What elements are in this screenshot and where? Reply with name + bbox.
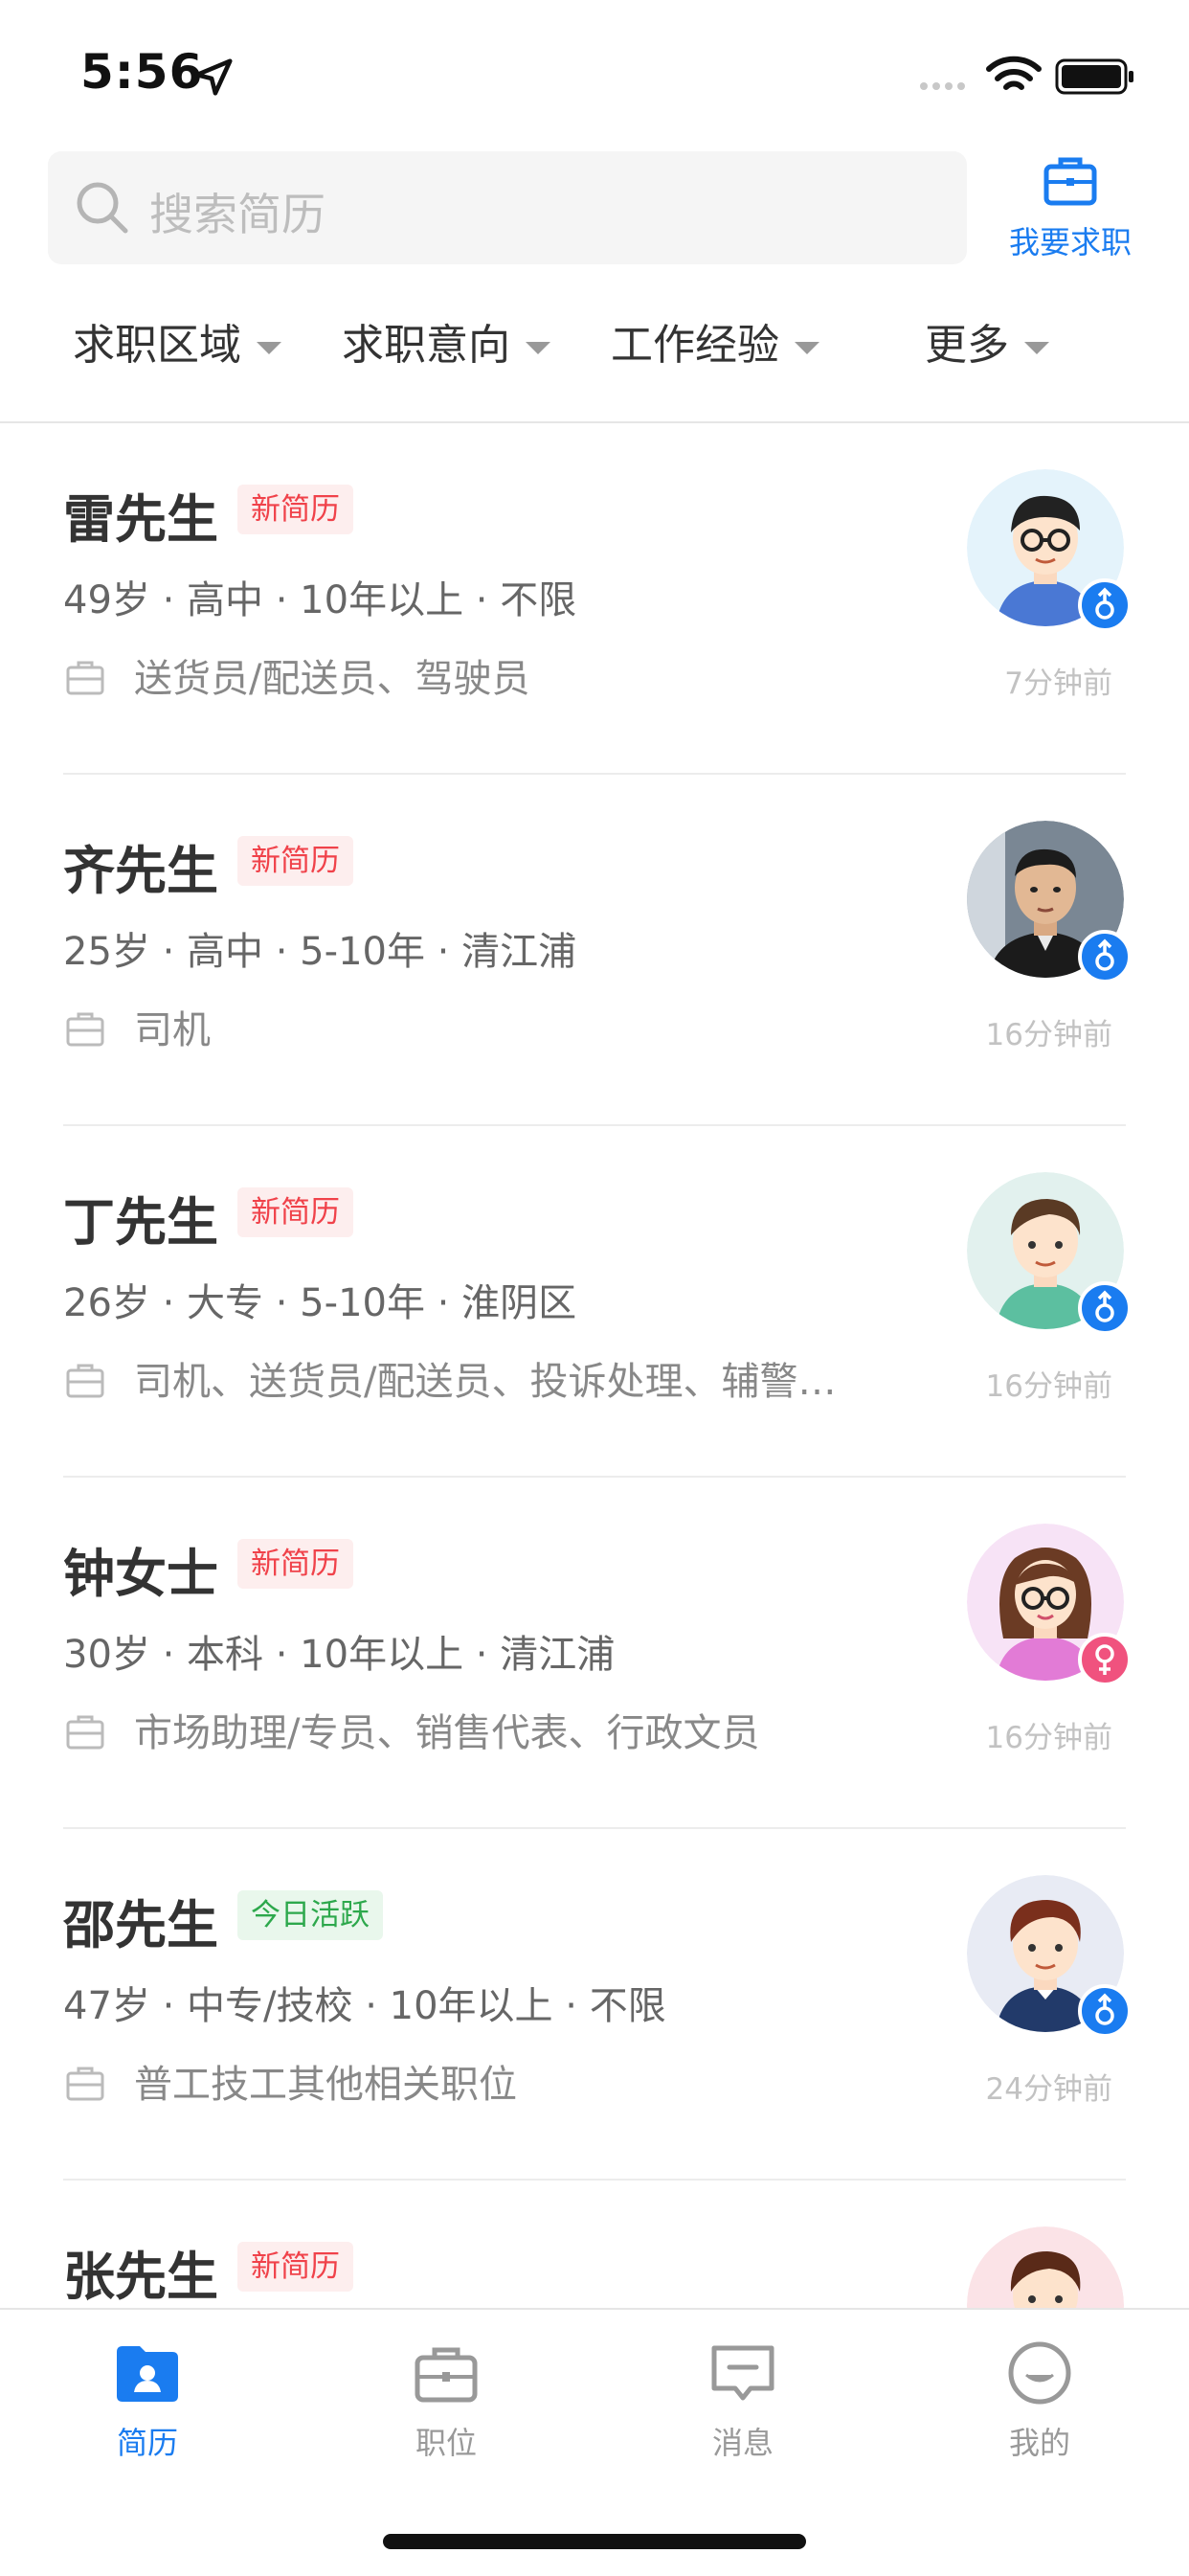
profile-icon bbox=[1008, 2341, 1071, 2405]
status-badge: 新简历 bbox=[237, 1187, 353, 1237]
resume-card[interactable]: 丁先生 新简历 26岁 · 大专 · 5-10年 · 淮阴区 司机、送货员/配送… bbox=[0, 1126, 1189, 1478]
tab-profile[interactable]: 我的 bbox=[944, 2339, 1135, 2463]
filter-intention[interactable]: 求职意向 bbox=[342, 310, 550, 372]
battery-icon bbox=[1055, 58, 1133, 95]
updated-time: 16分钟前 bbox=[985, 1721, 1112, 1755]
candidate-meta: 47岁 · 中专/技校 · 10年以上 · 不限 bbox=[63, 1984, 666, 2028]
tab-messages-label: 消息 bbox=[711, 2425, 774, 2461]
caret-down-icon bbox=[795, 341, 819, 354]
filter-experience[interactable]: 工作经验 bbox=[611, 310, 819, 372]
briefcase-icon bbox=[66, 1012, 104, 1047]
job-seek-label: 我要求职 bbox=[1008, 224, 1132, 260]
candidate-name: 钟女士 bbox=[63, 1544, 218, 1604]
home-indicator bbox=[383, 2534, 806, 2549]
candidate-meta: 26岁 · 大专 · 5-10年 · 淮阴区 bbox=[63, 1281, 577, 1325]
desired-jobs: 市场助理/专员、销售代表、行政文员 bbox=[134, 1711, 760, 1755]
resume-card[interactable]: 雷先生 新简历 49岁 · 高中 · 10年以上 · 不限 送货员/配送员、驾驶… bbox=[0, 423, 1189, 775]
updated-time: 7分钟前 bbox=[1004, 667, 1112, 701]
candidate-name: 齐先生 bbox=[63, 841, 218, 901]
briefcase-icon bbox=[66, 1715, 104, 1750]
tab-resume[interactable]: 简历 bbox=[52, 2339, 243, 2463]
male-icon bbox=[1078, 930, 1132, 983]
filter-more-label: 更多 bbox=[925, 321, 1009, 370]
desired-jobs: 送货员/配送员、驾驶员 bbox=[134, 657, 530, 701]
search-placeholder: 搜索简历 bbox=[149, 189, 325, 240]
candidate-name: 张先生 bbox=[63, 2247, 218, 2307]
resume-card[interactable]: 钟女士 新简历 30岁 · 本科 · 10年以上 · 清江浦 市场助理/专员、销… bbox=[0, 1478, 1189, 1829]
resume-card[interactable]: 邵先生 今日活跃 47岁 · 中专/技校 · 10年以上 · 不限 普工技工其他… bbox=[0, 1829, 1189, 2181]
male-icon bbox=[1078, 578, 1132, 632]
filter-more[interactable]: 更多 bbox=[925, 310, 1049, 372]
status-time: 5:56 bbox=[80, 44, 204, 100]
desired-jobs: 普工技工其他相关职位 bbox=[134, 2063, 517, 2107]
candidate-name: 雷先生 bbox=[63, 489, 218, 550]
cellular-signal-icon bbox=[920, 82, 965, 90]
status-badge: 新简历 bbox=[237, 485, 353, 534]
briefcase-icon bbox=[66, 1364, 104, 1398]
tab-resume-label: 简历 bbox=[116, 2425, 178, 2461]
male-icon bbox=[1078, 1281, 1132, 1335]
filter-region-label: 求职区域 bbox=[73, 321, 241, 370]
candidate-name: 丁先生 bbox=[63, 1192, 218, 1253]
job-seek-button[interactable]: 我要求职 bbox=[996, 151, 1145, 276]
message-icon bbox=[711, 2345, 774, 2401]
briefcase-icon bbox=[415, 2347, 478, 2403]
tab-profile-label: 我的 bbox=[1008, 2425, 1070, 2461]
status-badge: 新简历 bbox=[237, 2242, 353, 2292]
caret-down-icon bbox=[526, 341, 550, 354]
status-bar: 5:56 bbox=[0, 0, 1189, 144]
desired-jobs: 司机 bbox=[134, 1008, 211, 1052]
caret-down-icon bbox=[257, 341, 281, 354]
search-icon bbox=[77, 182, 128, 234]
resume-card[interactable]: 齐先生 新简历 25岁 · 高中 · 5-10年 · 清江浦 司机 16分钟前 bbox=[0, 775, 1189, 1126]
candidate-meta: 49岁 · 高中 · 10年以上 · 不限 bbox=[63, 578, 577, 622]
briefcase-icon bbox=[66, 2067, 104, 2101]
wifi-icon bbox=[986, 56, 1042, 90]
male-icon bbox=[1078, 1984, 1132, 2038]
candidate-meta: 30岁 · 本科 · 10年以上 · 清江浦 bbox=[63, 1633, 616, 1677]
briefcase-icon bbox=[1043, 157, 1097, 206]
status-badge: 今日活跃 bbox=[237, 1890, 383, 1940]
tab-positions[interactable]: 职位 bbox=[350, 2339, 542, 2463]
search-input[interactable]: 搜索简历 bbox=[48, 151, 967, 264]
updated-time: 16分钟前 bbox=[985, 1369, 1112, 1404]
caret-down-icon bbox=[1024, 341, 1049, 354]
candidate-meta: 25岁 · 高中 · 5-10年 · 清江浦 bbox=[63, 930, 577, 974]
filter-experience-label: 工作经验 bbox=[611, 321, 779, 370]
female-icon bbox=[1078, 1633, 1132, 1686]
briefcase-icon bbox=[66, 661, 104, 695]
status-badge: 新简历 bbox=[237, 836, 353, 886]
location-arrow-icon bbox=[194, 58, 233, 96]
desired-jobs: 司机、送货员/配送员、投诉处理、辅警… bbox=[134, 1360, 837, 1404]
resume-icon bbox=[117, 2346, 178, 2402]
updated-time: 16分钟前 bbox=[985, 1018, 1112, 1052]
filter-region[interactable]: 求职区域 bbox=[73, 310, 281, 372]
updated-time: 24分钟前 bbox=[985, 2072, 1112, 2107]
filter-intention-label: 求职意向 bbox=[342, 321, 510, 370]
tab-messages[interactable]: 消息 bbox=[647, 2339, 839, 2463]
tab-positions-label: 职位 bbox=[415, 2425, 477, 2461]
status-badge: 新简历 bbox=[237, 1539, 353, 1589]
candidate-name: 邵先生 bbox=[63, 1895, 218, 1955]
filter-bar: 求职区域 求职意向 工作经验 更多 bbox=[0, 297, 1189, 383]
